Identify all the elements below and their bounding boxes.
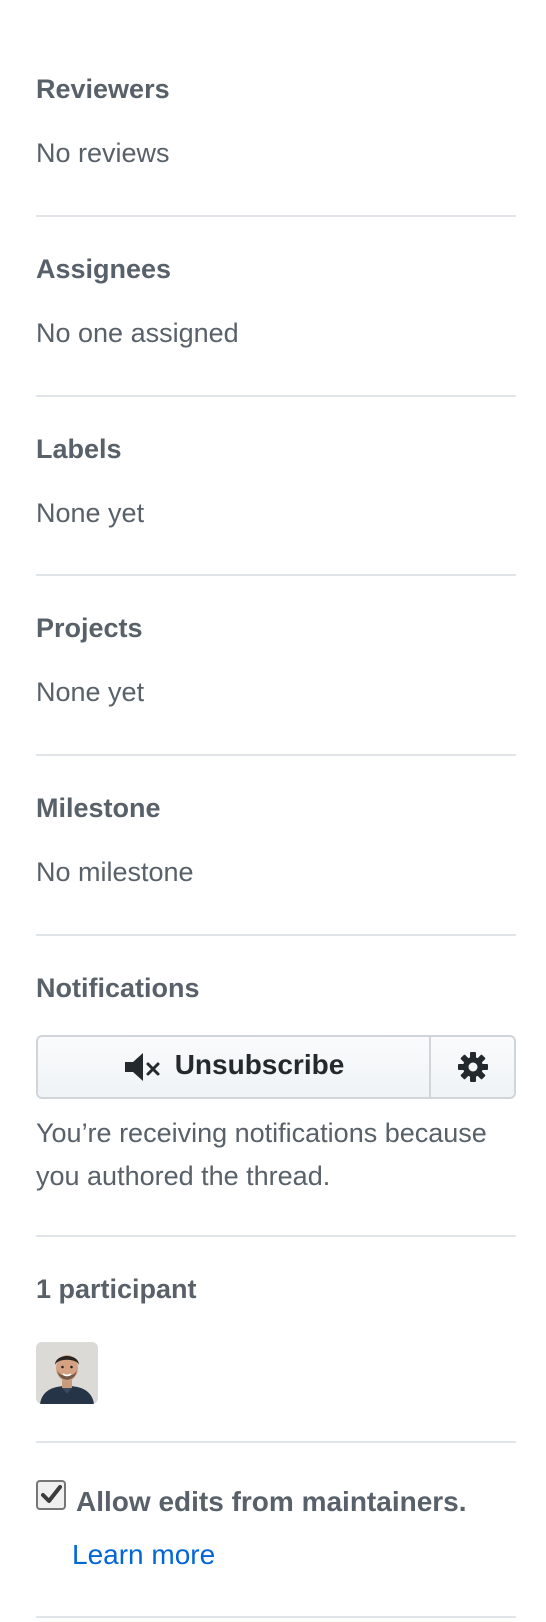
discussion-sidebar: Reviewers No reviews Assignees No one as… <box>0 0 546 1622</box>
reviewers-heading[interactable]: Reviewers <box>36 76 170 103</box>
subscription-button-group: Unsubscribe <box>36 1035 516 1099</box>
divider <box>36 1616 516 1618</box>
projects-value: None yet <box>36 677 145 707</box>
divider <box>36 934 516 936</box>
mute-icon <box>123 1051 163 1083</box>
assignees-heading[interactable]: Assignees <box>36 256 171 283</box>
divider <box>36 574 516 576</box>
divider <box>36 754 516 756</box>
milestone-value: No milestone <box>36 857 194 887</box>
unsubscribe-label: Unsubscribe <box>174 1049 345 1080</box>
notification-reason: You’re receiving notifications because y… <box>36 1118 487 1191</box>
divider <box>36 215 516 217</box>
gear-icon <box>456 1050 490 1084</box>
learn-more-link[interactable]: Learn more <box>72 1541 215 1569</box>
notification-settings-button[interactable] <box>430 1035 516 1099</box>
labels-value: None yet <box>36 498 145 528</box>
assignees-value: No one assigned <box>36 318 239 348</box>
projects-heading[interactable]: Projects <box>36 615 143 642</box>
divider <box>36 1441 516 1443</box>
participant-avatar[interactable] <box>36 1342 98 1404</box>
divider <box>36 1235 516 1237</box>
reviewers-value: No reviews <box>36 138 170 168</box>
divider <box>36 395 516 397</box>
labels-heading[interactable]: Labels <box>36 436 122 463</box>
allow-edits-checkbox[interactable] <box>36 1480 66 1510</box>
participants-heading: 1 participant <box>36 1274 197 1304</box>
milestone-heading[interactable]: Milestone <box>36 795 161 822</box>
unsubscribe-button[interactable]: Unsubscribe <box>36 1035 430 1099</box>
notifications-heading: Notifications <box>36 973 200 1003</box>
allow-edits-label[interactable]: Allow edits from maintainers. <box>76 1488 467 1516</box>
